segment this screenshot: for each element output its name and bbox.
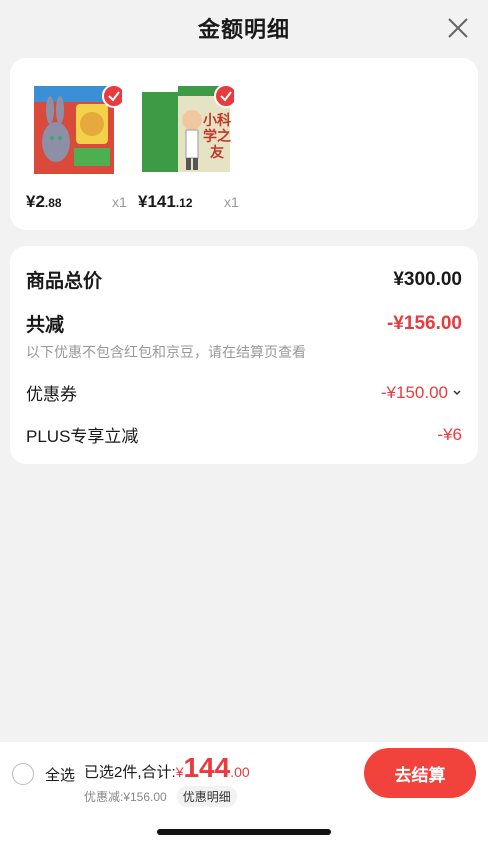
- product-qty: x1: [112, 194, 127, 210]
- plus-row: PLUS专享立减 -¥6: [26, 422, 462, 447]
- selected-check-icon[interactable]: [214, 84, 234, 108]
- selected-text: 已选2件,合计:: [84, 764, 176, 781]
- discount-value: -¥156.00: [386, 312, 462, 334]
- plus-value: -¥6: [437, 424, 462, 444]
- plus-label: PLUS专享立减: [26, 427, 139, 446]
- product-qty: x1: [224, 194, 239, 210]
- total-row: 商品总价 ¥300.00: [26, 266, 462, 293]
- product-price: ¥141.12: [138, 192, 193, 211]
- total-value: ¥300.00: [393, 268, 462, 290]
- header: 金额明细: [0, 0, 488, 56]
- product-price: ¥2.88: [26, 192, 62, 211]
- select-all-radio[interactable]: [12, 763, 34, 785]
- home-indicator: [157, 829, 331, 835]
- product-item-2[interactable]: 小科学之友 ¥141.12 x1: [138, 82, 250, 211]
- discount-sub-line: 优惠减:¥156.00 优惠明细: [84, 786, 237, 807]
- select-all-label[interactable]: 全选: [45, 764, 75, 785]
- discount-text: 优惠减:¥156.00: [84, 790, 167, 804]
- coupon-row[interactable]: 优惠券 -¥150.00: [26, 380, 462, 405]
- science-book-cover-icon: 小科学之友: [138, 82, 234, 178]
- product-item-1[interactable]: ¥2.88 x1: [26, 82, 138, 211]
- chevron-down-icon[interactable]: [452, 388, 462, 398]
- coupon-value: -¥150.00: [380, 382, 448, 402]
- page-title: 金额明细: [197, 17, 290, 42]
- amount-int: 144: [183, 752, 231, 783]
- book-cover-text: 小科学之友: [203, 112, 231, 160]
- zootopia-book-cover-icon: [26, 82, 122, 178]
- discount-label: 共减: [26, 315, 65, 336]
- amount-dec: .00: [230, 764, 250, 780]
- product-card: ¥2.88 x1 小科学之友 ¥141.12 x1: [10, 58, 478, 230]
- total-label: 商品总价: [26, 271, 103, 292]
- price-summary-card: 商品总价 ¥300.00 共减 -¥156.00 以下优惠不包含红包和京豆，请在…: [10, 246, 478, 464]
- checkout-button[interactable]: 去结算: [364, 748, 476, 798]
- discount-row: 共减 -¥156.00: [26, 310, 462, 337]
- discount-detail-button[interactable]: 优惠明细: [176, 786, 237, 807]
- selected-check-icon[interactable]: [102, 84, 122, 108]
- close-icon[interactable]: [446, 16, 470, 40]
- coupon-label: 优惠券: [26, 385, 77, 404]
- total-summary: 已选2件,合计:¥144.00: [84, 752, 250, 784]
- discount-note: 以下优惠不包含红包和京豆，请在结算页查看: [26, 344, 306, 360]
